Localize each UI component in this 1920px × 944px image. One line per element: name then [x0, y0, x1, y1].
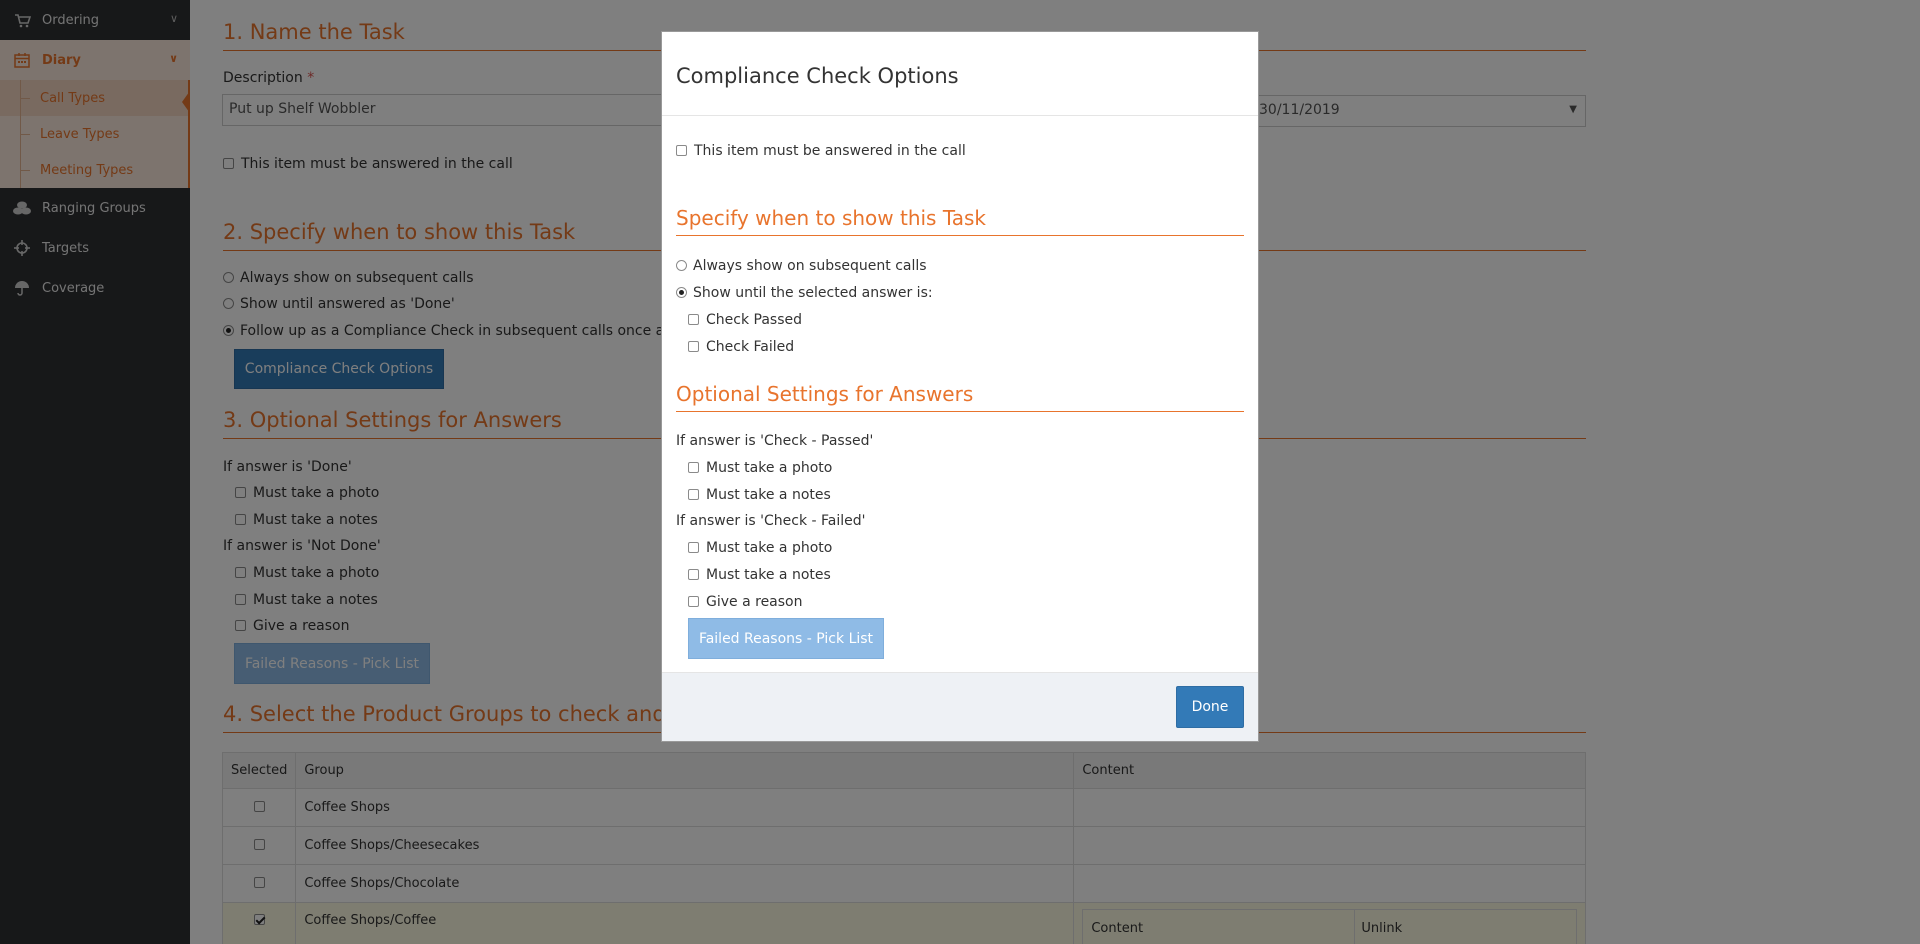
- modal-must-answer-row[interactable]: This item must be answered in the call: [676, 143, 966, 159]
- modal-must-answer-label: This item must be answered in the call: [694, 143, 966, 159]
- modal-option-always[interactable]: Always show on subsequent calls: [676, 258, 927, 274]
- modal-option-until-label: Show until the selected answer is:: [693, 285, 933, 301]
- failed-photo-row[interactable]: Must take a photo: [688, 540, 832, 556]
- failed-reason-row[interactable]: Give a reason: [688, 594, 803, 610]
- check-passed-label: Check Passed: [706, 312, 802, 328]
- check-failed-row[interactable]: Check Failed: [688, 339, 794, 355]
- modal-must-answer-checkbox[interactable]: [676, 145, 687, 156]
- failed-photo-label: Must take a photo: [706, 540, 833, 556]
- check-failed-label: Check Failed: [706, 339, 795, 355]
- check-passed-row[interactable]: Check Passed: [688, 312, 802, 328]
- modal-option-always-radio[interactable]: [676, 260, 687, 271]
- failed-photo-checkbox[interactable]: [688, 542, 699, 553]
- if-passed-label: If answer is 'Check - Passed': [676, 433, 874, 449]
- modal-footer: Done: [662, 672, 1258, 741]
- passed-photo-row[interactable]: Must take a photo: [688, 460, 832, 476]
- modal-option-until-radio[interactable]: [676, 287, 687, 298]
- modal-header: Compliance Check Options: [662, 32, 1258, 116]
- modal-option-always-label: Always show on subsequent calls: [693, 258, 927, 274]
- if-failed-label: If answer is 'Check - Failed': [676, 513, 866, 529]
- check-passed-checkbox[interactable]: [688, 314, 699, 325]
- passed-photo-label: Must take a photo: [706, 460, 833, 476]
- compliance-check-modal: Compliance Check Options This item must …: [661, 31, 1259, 742]
- done-button[interactable]: Done: [1176, 686, 1244, 728]
- failed-notes-checkbox[interactable]: [688, 569, 699, 580]
- modal-option-until[interactable]: Show until the selected answer is:: [676, 285, 933, 301]
- passed-notes-label: Must take a notes: [706, 487, 831, 503]
- failed-notes-label: Must take a notes: [706, 567, 831, 583]
- modal-title: Compliance Check Options: [676, 64, 959, 88]
- failed-reason-checkbox[interactable]: [688, 596, 699, 607]
- modal-optional-title: Optional Settings for Answers: [676, 382, 1244, 412]
- modal-specify-title: Specify when to show this Task: [676, 206, 1244, 236]
- passed-notes-row[interactable]: Must take a notes: [688, 487, 831, 503]
- modal-failed-reasons-button[interactable]: Failed Reasons - Pick List: [688, 618, 884, 659]
- passed-notes-checkbox[interactable]: [688, 489, 699, 500]
- failed-reason-label: Give a reason: [706, 594, 803, 610]
- check-failed-checkbox[interactable]: [688, 341, 699, 352]
- failed-notes-row[interactable]: Must take a notes: [688, 567, 831, 583]
- passed-photo-checkbox[interactable]: [688, 462, 699, 473]
